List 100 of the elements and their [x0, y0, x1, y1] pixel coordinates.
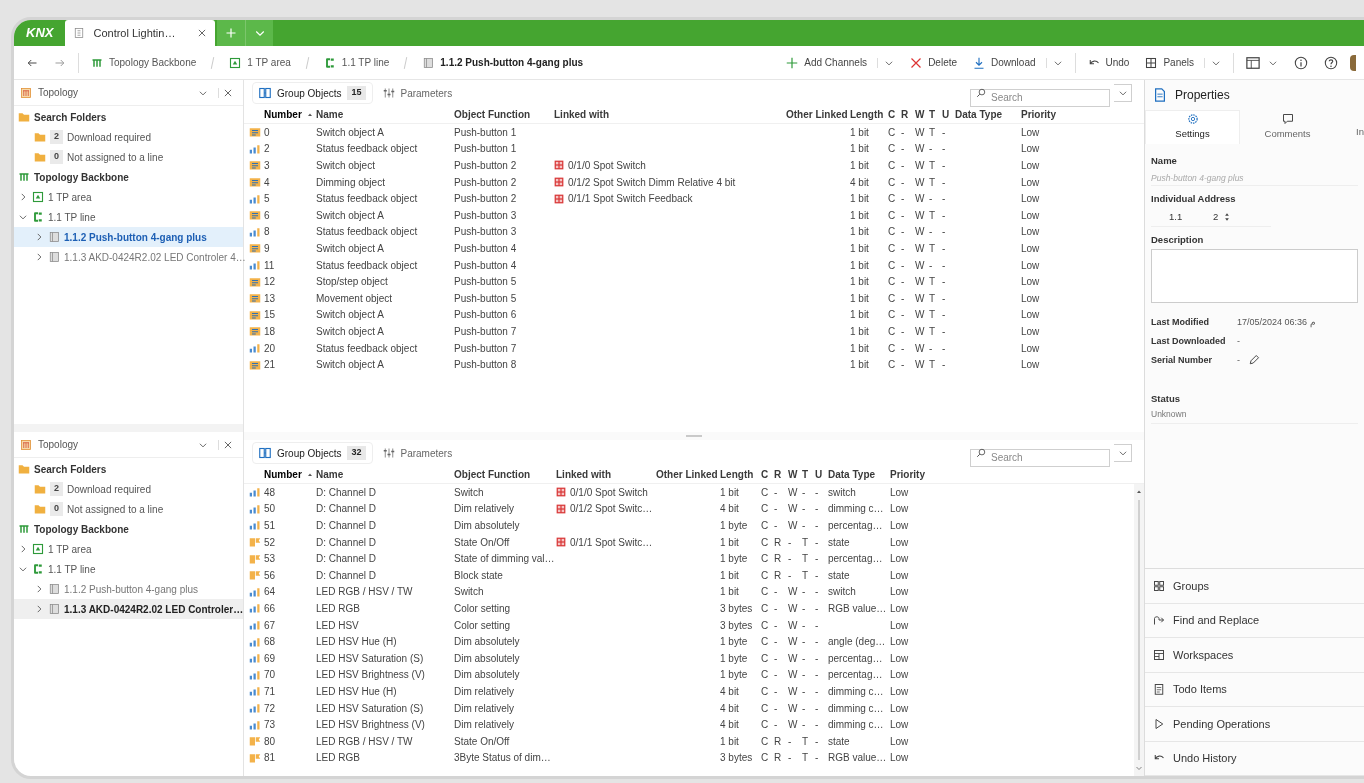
tree-item[interactable]: Topology Backbone — [14, 167, 243, 187]
search-field[interactable]: Search — [970, 88, 1110, 107]
tree-item[interactable]: Search Folders — [14, 107, 243, 127]
properties-tab[interactable]: Comments — [1240, 110, 1335, 144]
name-field[interactable]: Push-button 4-gang plus — [1151, 170, 1358, 187]
side-panel-button[interactable]: Pending Operations — [1145, 707, 1364, 742]
properties-tab[interactable]: In — [1335, 110, 1364, 144]
table-cell-text: - — [901, 159, 906, 173]
tree-item[interactable]: 1 TP area — [14, 539, 243, 559]
tree-item[interactable]: 1.1 TP line — [14, 207, 243, 227]
chevron-right-icon[interactable] — [34, 604, 44, 614]
table-cell-text: C — [888, 258, 897, 273]
column-header[interactable]: C — [761, 467, 774, 482]
chevron-down-icon[interactable] — [18, 564, 28, 574]
breadcrumb-item[interactable]: 1.1 TP line — [319, 55, 394, 70]
tree-item[interactable]: 1.1.3 AKD-0424R2.02 LED Controler… — [14, 599, 243, 619]
side-panel-button[interactable]: Undo History — [1145, 741, 1364, 776]
tree-item[interactable]: Search Folders — [14, 459, 243, 479]
breadcrumb-item[interactable]: 1 TP area — [225, 55, 295, 70]
table-cell-text: - — [815, 485, 820, 500]
table-cell-text: R — [774, 535, 783, 550]
column-header[interactable]: R — [901, 107, 915, 122]
tree-item[interactable]: 1 TP area — [14, 187, 243, 207]
tree-item[interactable]: 1.1.3 AKD-0424R2.02 LED Controler 4… — [14, 247, 243, 267]
column-header[interactable]: Length — [720, 467, 761, 482]
column-header[interactable]: Linked with — [556, 467, 656, 482]
chevron-right-icon[interactable] — [34, 584, 44, 594]
column-header[interactable]: Linked with — [554, 107, 786, 122]
column-header[interactable]: Data Type — [828, 467, 890, 482]
close-icon[interactable] — [197, 28, 208, 38]
tree-item[interactable]: 2 Download required — [14, 127, 243, 147]
panel-tab[interactable]: Parameters — [376, 82, 459, 104]
column-header[interactable]: Name — [316, 467, 454, 482]
tree-item[interactable]: 1.1.2 Push-button 4-gang plus — [14, 579, 243, 599]
table-cell-text: T — [929, 125, 937, 140]
tree-item[interactable]: 0 Not assigned to a line — [14, 147, 243, 167]
table-cell-text: C — [761, 601, 770, 616]
column-header[interactable]: Other Linked — [786, 107, 850, 122]
column-header[interactable]: T — [929, 107, 942, 122]
toolbar-button[interactable]: Panels — [1141, 55, 1225, 70]
panel-tab[interactable]: Group Objects 32 — [252, 442, 373, 464]
column-header[interactable]: Object Function — [454, 467, 556, 482]
column-header[interactable]: Number — [249, 467, 316, 482]
table-cell-text: 0/1/1 Spot Switch Feedback — [568, 192, 693, 207]
tree-item[interactable]: 1.1.2 Push-button 4-gang plus — [14, 227, 243, 247]
table-cell-text: 4 bit — [850, 175, 870, 190]
column-header[interactable]: Priority — [1021, 107, 1066, 122]
side-panel-button[interactable]: Groups — [1145, 569, 1364, 604]
table-cell-text: Low — [890, 734, 910, 749]
column-header[interactable]: Object Function — [454, 107, 554, 122]
table-cell-text: Low — [1021, 142, 1041, 157]
column-header[interactable]: Length — [850, 107, 888, 122]
account-avatar[interactable] — [1350, 54, 1356, 71]
column-header[interactable]: U — [942, 107, 955, 122]
table-cell-text: - — [815, 651, 820, 666]
tree-item[interactable]: 2 Download required — [14, 479, 243, 499]
breadcrumb-item[interactable]: 1.1.2 Push-button 4-gang plus — [418, 55, 588, 70]
breadcrumb-item[interactable]: Topology Backbone — [87, 55, 201, 70]
table-cell-text: - — [942, 341, 947, 356]
address-field[interactable]: 1.1 — [1151, 209, 1201, 225]
panel-tab[interactable]: Parameters — [376, 442, 459, 464]
search-field[interactable]: Search — [970, 448, 1110, 467]
edit-button[interactable] — [1248, 354, 1260, 367]
document-tab[interactable]: Control Lightin… — [65, 20, 216, 46]
chevron-right-icon[interactable] — [18, 192, 28, 202]
chevron-right-icon[interactable] — [18, 544, 28, 554]
side-panel-button[interactable]: Find and Replace — [1145, 603, 1364, 638]
column-header[interactable]: Priority — [890, 467, 935, 482]
column-header[interactable]: U — [815, 467, 828, 482]
toolbar-button[interactable]: Add Channels — [782, 55, 899, 70]
column-header[interactable]: Name — [316, 107, 454, 122]
panel-tab[interactable]: Group Objects 15 — [252, 82, 373, 104]
column-header[interactable]: Number — [249, 107, 316, 122]
chevron-right-icon[interactable] — [34, 252, 44, 262]
tree-item[interactable]: Topology Backbone — [14, 519, 243, 539]
table-cell-text: Low — [890, 635, 910, 650]
table-cell-text: Dim absolutely — [454, 635, 521, 650]
toolbar-button[interactable]: Download — [969, 55, 1067, 70]
scrollbar[interactable] — [1134, 484, 1144, 776]
column-header[interactable]: W — [915, 107, 929, 122]
side-panel-button[interactable]: Todo Items — [1145, 672, 1364, 707]
column-header[interactable]: C — [888, 107, 901, 122]
column-header[interactable]: Other Linked — [656, 467, 720, 482]
tree-item[interactable]: 0 Not assigned to a line — [14, 499, 243, 519]
chevron-right-icon[interactable] — [34, 232, 44, 242]
table-cell-text: 0/1/2 Spot Switc… — [570, 502, 653, 517]
address-spinner[interactable]: 2 — [1213, 209, 1233, 225]
side-panel-button[interactable]: Workspaces — [1145, 638, 1364, 673]
description-field[interactable] — [1151, 248, 1358, 303]
column-header[interactable]: R — [774, 467, 788, 482]
column-header[interactable]: T — [802, 467, 815, 482]
toolbar-button[interactable]: Undo — [1083, 55, 1134, 70]
chevron-down-icon[interactable] — [18, 212, 28, 222]
table-cell-text: LED HSV Hue (H) — [316, 635, 398, 650]
toolbar-button[interactable]: Delete — [906, 55, 962, 70]
column-header[interactable]: W — [788, 467, 802, 482]
tree-item[interactable]: 1.1 TP line — [14, 559, 243, 579]
column-header[interactable]: Data Type — [955, 107, 1021, 122]
table-cell-text: C — [761, 485, 770, 500]
properties-tab[interactable]: Settings — [1145, 110, 1240, 144]
